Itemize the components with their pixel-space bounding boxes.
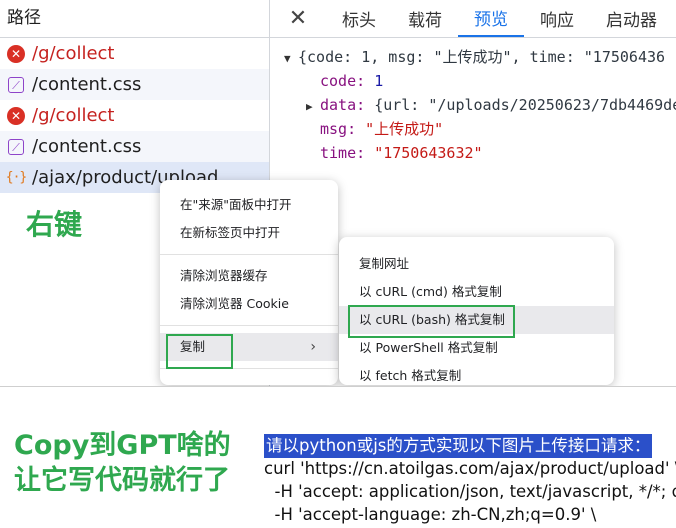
gpt-prompt-text: 请以python或js的方式实现以下图片上传接口请求： curl 'https:… xyxy=(264,434,676,528)
request-name: /content.css xyxy=(32,136,142,157)
request-row[interactable]: ✕ /g/collect xyxy=(0,38,269,69)
tab-preview[interactable]: 预览 xyxy=(458,0,524,37)
request-name: /g/collect xyxy=(32,43,115,64)
menu-open-in-new-tab[interactable]: 在新标签页中打开 xyxy=(160,219,338,247)
json-time-line: time: "1750643632" xyxy=(320,144,483,162)
tab-initiator[interactable]: 启动器 xyxy=(590,0,673,37)
request-row[interactable]: ✕ /g/collect xyxy=(0,100,269,131)
css-file-icon: ⟋ xyxy=(6,137,26,157)
devtools-window: 路径 ✕ /g/collect ⟋ /content.css ✕ /g/coll… xyxy=(0,0,676,387)
json-data-line[interactable]: ▶ data: {url: "/uploads/20250623/7db4469d… xyxy=(270,93,676,117)
expand-triangle-down-icon[interactable]: ▼ xyxy=(284,47,298,71)
json-msg-line: msg: "上传成功" xyxy=(320,120,444,138)
prompt-title: 请以python或js的方式实现以下图片上传接口请求： xyxy=(264,434,653,458)
error-icon: ✕ xyxy=(6,106,26,126)
expand-triangle-right-icon[interactable]: ▶ xyxy=(306,95,320,119)
right-click-annotation: 右键 xyxy=(26,208,83,241)
menu-copy-curl-cmd[interactable]: 以 cURL (cmd) 格式复制 xyxy=(339,278,614,306)
css-file-icon: ⟋ xyxy=(6,75,26,95)
prompt-line: curl 'https://cn.atoilgas.com/ajax/produ… xyxy=(264,459,676,478)
chevron-right-icon: › xyxy=(310,339,316,355)
prompt-line: -H 'accept: application/json, text/javas… xyxy=(274,482,676,501)
tab-headers[interactable]: 标头 xyxy=(326,0,392,37)
json-code-line: code: 1 xyxy=(320,72,384,90)
close-icon[interactable]: ✕ xyxy=(270,0,326,37)
json-preview: ▼ {code: 1, msg: "上传成功", time: "17506436 … xyxy=(270,38,676,165)
request-row[interactable]: ⟋ /content.css xyxy=(0,69,269,100)
path-column-header[interactable]: 路径 xyxy=(0,0,269,38)
request-name: /g/collect xyxy=(32,105,115,126)
error-icon: ✕ xyxy=(6,44,26,64)
menu-divider xyxy=(160,325,338,326)
tab-response[interactable]: 响应 xyxy=(524,0,590,37)
menu-copy-fetch[interactable]: 以 fetch 格式复制 xyxy=(339,362,614,386)
request-name: /content.css xyxy=(32,74,142,95)
prompt-line: -H 'accept-language: zh-CN,zh;q=0.9' \ xyxy=(264,505,597,524)
json-root-line[interactable]: ▼ {code: 1, msg: "上传成功", time: "17506436 xyxy=(270,45,676,69)
menu-clear-cookies[interactable]: 清除浏览器 Cookie xyxy=(160,290,338,318)
annotation-line: 让它写代码就行了 xyxy=(14,465,230,496)
annotation-line: Copy到GPT啥的 xyxy=(14,430,231,461)
details-tabs: ✕ 标头 载荷 预览 响应 启动器 xyxy=(270,0,676,38)
menu-copy-powershell[interactable]: 以 PowerShell 格式复制 xyxy=(339,334,614,362)
menu-open-in-sources[interactable]: 在"来源"面板中打开 xyxy=(160,191,338,219)
menu-clear-cache[interactable]: 清除浏览器缓存 xyxy=(160,262,338,290)
menu-copy-url[interactable]: 复制网址 xyxy=(339,250,614,278)
tab-payload[interactable]: 载荷 xyxy=(392,0,458,37)
curl-bash-highlight-box xyxy=(348,305,515,338)
request-row[interactable]: ⟋ /content.css xyxy=(0,131,269,162)
copy-to-gpt-annotation: Copy到GPT啥的 让它写代码就行了 xyxy=(14,428,231,498)
copy-highlight-box xyxy=(166,334,233,369)
xhr-icon: {·} xyxy=(5,170,28,185)
menu-divider xyxy=(160,254,338,255)
